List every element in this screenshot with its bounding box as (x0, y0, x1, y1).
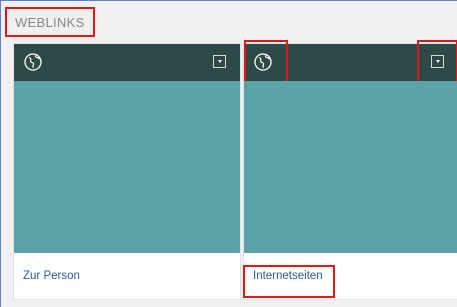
highlight-box-label (243, 265, 335, 298)
card-menu-dropdown-button[interactable] (213, 55, 226, 68)
highlight-box-icon (244, 40, 288, 84)
card-link-label[interactable]: Zur Person (14, 253, 240, 299)
card-header (244, 40, 457, 84)
card-header (14, 44, 240, 81)
globe-link-icon[interactable] (22, 51, 44, 73)
card-image-area[interactable] (14, 81, 240, 253)
weblink-card-internetseiten[interactable]: Internetseiten (243, 40, 457, 299)
weblinks-panel: WEBLINKS Zur Person Internetseiten (0, 0, 457, 307)
section-title: WEBLINKS (5, 7, 95, 37)
highlight-box-menu (417, 40, 457, 84)
weblink-card-zur-person[interactable]: Zur Person (14, 44, 240, 299)
card-image-area[interactable] (244, 81, 457, 253)
